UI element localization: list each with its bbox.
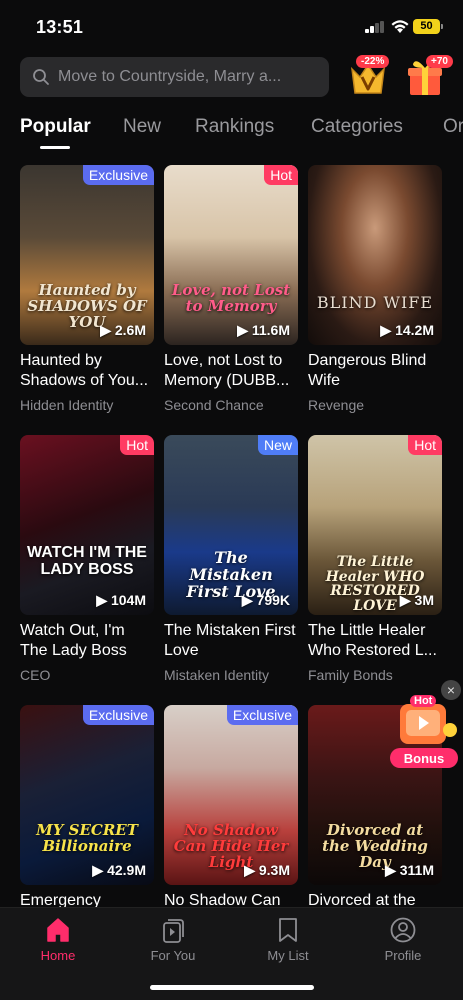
home-indicator (150, 985, 314, 990)
drama-genre: Mistaken Identity (164, 667, 270, 683)
tab-rankings[interactable]: Rankings (195, 116, 274, 138)
drama-title: Haunted by Shadows of You... (20, 352, 149, 389)
tab-new[interactable]: New (123, 116, 161, 138)
nav-label: My List (267, 948, 309, 963)
tab-more[interactable]: Or (443, 116, 463, 138)
home-icon (47, 918, 69, 942)
drama-cover[interactable]: BLIND WIFE ▶ 14.2M (308, 165, 442, 345)
promo-badge: +70 (426, 55, 453, 68)
status-badge: New (257, 435, 298, 455)
cover-title: WATCH I'M THE LADY BOSS (27, 544, 147, 578)
status-badge: Hot (120, 435, 154, 455)
view-count: ▶ 14.2M (380, 322, 434, 338)
drama-card[interactable]: Love, not Lost to Memory Hot ▶ 11.6M Lov… (164, 165, 298, 413)
tab-categories[interactable]: Categories (311, 116, 403, 138)
profile-icon (390, 917, 416, 943)
signal-icon (365, 21, 385, 33)
drama-card[interactable]: No Shadow Can Hide Her Light Exclusive ▶… (164, 705, 298, 937)
promo-badge: -22% (356, 55, 390, 68)
status-badge: Hot (408, 435, 442, 455)
drama-title: Watch Out, I'm The Lady Boss (20, 622, 127, 659)
drama-title: The Little Healer Who Restored L... (308, 622, 437, 659)
tab-popular[interactable]: Popular (20, 116, 91, 138)
view-count: ▶ 104M (96, 592, 146, 608)
nav-label: Profile (384, 948, 422, 963)
drama-title: Love, not Lost to Memory (DUBB... (164, 352, 290, 389)
search-placeholder: Move to Countryside, Marry a... (58, 68, 282, 85)
cover-title: MY SECRET Billionaire (36, 821, 138, 855)
nav-profile[interactable]: Profile (363, 916, 443, 963)
drama-cover[interactable]: Haunted by SHADOWS OF YOU Exclusive ▶ 2.… (20, 165, 154, 345)
bonus-label: Bonus (403, 751, 445, 766)
nav-my-list[interactable]: My List (248, 916, 328, 963)
nav-home[interactable]: Home (18, 916, 98, 963)
view-count: ▶ 11.6M (237, 322, 290, 338)
status-badge: Hot (264, 165, 298, 185)
nav-label: Home (40, 948, 76, 963)
cover-title: BLIND WIFE (316, 293, 434, 312)
status-bar: 13:51 50 (0, 0, 463, 54)
battery-indicator: 50 (413, 19, 443, 34)
gift-button[interactable]: +70 (404, 55, 453, 99)
drama-card[interactable]: WATCH I'M THE LADY BOSS Hot ▶ 104M Watch… (20, 435, 154, 683)
drama-cover[interactable]: MY SECRET Billionaire Exclusive ▶ 42.9M (20, 705, 154, 885)
status-time: 13:51 (36, 17, 84, 37)
drama-title: Dangerous Blind Wife (308, 352, 427, 389)
cover-title: Love, not Lost to Memory (171, 281, 291, 315)
drama-cover[interactable]: The Little Healer WHO RESTORED LOVE Hot … (308, 435, 442, 615)
wifi-icon (391, 20, 409, 33)
drama-genre: CEO (20, 667, 51, 683)
search-input[interactable]: Move to Countryside, Marry a... (20, 57, 329, 97)
play-cards-icon (163, 919, 184, 943)
view-count: ▶ 799K (241, 592, 290, 608)
status-badge: Exclusive (82, 165, 154, 185)
drama-card[interactable]: BLIND WIFE ▶ 14.2M Dangerous Blind Wife … (308, 165, 442, 413)
drama-card[interactable]: MY SECRET Billionaire Exclusive ▶ 42.9M … (20, 705, 154, 937)
bonus-hot-badge: Hot (410, 695, 437, 707)
drama-genre: Family Bonds (308, 667, 393, 683)
drama-genre: Hidden Identity (20, 397, 114, 413)
nav-for-you[interactable]: For You (133, 916, 213, 963)
drama-genre: Revenge (308, 397, 365, 413)
view-count: ▶ 2.6M (100, 322, 146, 338)
drama-cover[interactable]: No Shadow Can Hide Her Light Exclusive ▶… (164, 705, 298, 885)
view-count: ▶ 42.9M (92, 862, 146, 878)
view-count: ▶ 9.3M (244, 862, 290, 878)
drama-card[interactable]: The Little Healer WHO RESTORED LOVE Hot … (308, 435, 442, 683)
drama-card[interactable]: The Mistaken First Love New ▶ 799K The M… (164, 435, 298, 683)
drama-title: The Mistaken First Love (164, 622, 296, 659)
active-tab-indicator (40, 146, 70, 149)
status-badge: Exclusive (226, 705, 298, 725)
search-icon (33, 69, 49, 85)
close-icon[interactable]: × (441, 680, 461, 700)
status-badge: Exclusive (82, 705, 154, 725)
drama-cover[interactable]: The Mistaken First Love New ▶ 799K (164, 435, 298, 615)
view-count: ▶ 3M (399, 592, 434, 608)
bookmark-icon (279, 918, 297, 942)
drama-cover[interactable]: Love, not Lost to Memory Hot ▶ 11.6M (164, 165, 298, 345)
nav-label: For You (150, 948, 196, 963)
view-count: ▶ 311M (385, 862, 434, 878)
drama-genre: Second Chance (164, 397, 264, 413)
vip-discount-button[interactable]: -22% (346, 55, 390, 99)
drama-cover[interactable]: WATCH I'M THE LADY BOSS Hot ▶ 104M (20, 435, 154, 615)
drama-card[interactable]: Haunted by SHADOWS OF YOU Exclusive ▶ 2.… (20, 165, 154, 413)
bonus-widget[interactable]: Hot Bonus (386, 690, 462, 774)
